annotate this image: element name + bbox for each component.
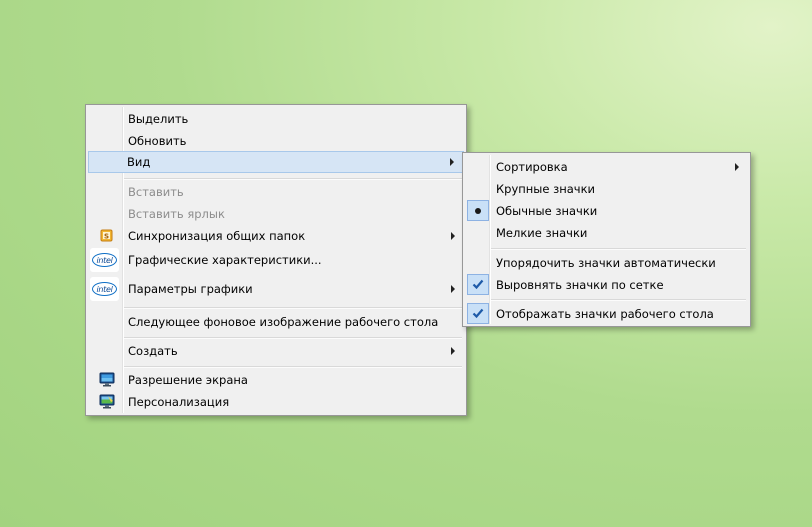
submenu-item-medium-icons[interactable]: Обычные значки: [465, 200, 748, 222]
intel-logo-mark: intel: [92, 282, 117, 296]
menu-separator: [124, 337, 462, 339]
menu-item-graphics-options[interactable]: intel Параметры графики: [88, 276, 464, 302]
sync-folders-icon: S: [100, 229, 113, 242]
submenu-item-align-to-grid[interactable]: Выровнять значки по сетке: [465, 274, 748, 296]
menu-item-paste-shortcut[interactable]: Вставить ярлык: [88, 203, 464, 225]
menu-item-label: Вставить: [128, 185, 184, 199]
menu-separator: [491, 299, 746, 301]
view-submenu: Сортировка Крупные значки Обычные значки…: [462, 152, 751, 327]
screen-resolution-icon: [99, 372, 115, 387]
menu-item-paste[interactable]: Вставить: [88, 181, 464, 203]
svg-text:S: S: [104, 232, 109, 240]
menu-item-personalization[interactable]: Персонализация: [88, 391, 464, 413]
menu-separator: [124, 366, 462, 368]
menu-item-next-background[interactable]: Следующее фоновое изображение рабочего с…: [88, 311, 464, 333]
submenu-item-small-icons[interactable]: Мелкие значки: [465, 222, 748, 244]
submenu-item-show-desktop-icons[interactable]: Отображать значки рабочего стола: [465, 303, 748, 325]
menu-item-label: Отображать значки рабочего стола: [496, 307, 714, 321]
submenu-arrow-icon: [450, 158, 454, 166]
menu-item-label: Параметры графики: [128, 282, 253, 296]
intel-logo-icon: intel: [90, 248, 119, 272]
submenu-arrow-icon: [451, 285, 455, 293]
menu-item-label: Разрешение экрана: [128, 373, 248, 387]
menu-item-label: Вставить ярлык: [128, 207, 225, 221]
intel-logo-mark: intel: [92, 253, 117, 267]
menu-item-sync-shared-folders[interactable]: S Синхронизация общих папок: [88, 225, 464, 247]
menu-item-label: Выровнять значки по сетке: [496, 278, 664, 292]
submenu-item-auto-arrange[interactable]: Упорядочить значки автоматически: [465, 252, 748, 274]
menu-separator: [124, 307, 462, 309]
menu-item-label: Следующее фоновое изображение рабочего с…: [128, 315, 439, 329]
menu-item-label: Обновить: [128, 134, 187, 148]
menu-item-label: Обычные значки: [496, 204, 598, 218]
menu-item-label: Синхронизация общих папок: [128, 229, 306, 243]
menu-separator: [124, 178, 462, 180]
menu-item-new[interactable]: Создать: [88, 340, 464, 362]
submenu-arrow-icon: [735, 163, 739, 171]
checkmark-icon: [467, 303, 489, 324]
menu-item-view[interactable]: Вид: [88, 151, 464, 173]
menu-item-label: Создать: [128, 344, 178, 358]
menu-item-label: Крупные значки: [496, 182, 596, 196]
menu-item-screen-resolution[interactable]: Разрешение экрана: [88, 369, 464, 391]
menu-item-refresh[interactable]: Обновить: [88, 130, 464, 152]
menu-item-select[interactable]: Выделить: [88, 108, 464, 130]
checkmark-icon: [467, 274, 489, 295]
menu-item-label: Графические характеристики...: [128, 253, 322, 267]
submenu-arrow-icon: [451, 232, 455, 240]
desktop-context-menu: Выделить Обновить Вид Вставить Вставить …: [85, 104, 467, 416]
submenu-item-large-icons[interactable]: Крупные значки: [465, 178, 748, 200]
submenu-item-sort[interactable]: Сортировка: [465, 156, 748, 178]
menu-item-graphics-properties[interactable]: intel Графические характеристики...: [88, 247, 464, 273]
submenu-arrow-icon: [451, 347, 455, 355]
menu-separator: [491, 248, 746, 250]
menu-item-label: Выделить: [128, 112, 189, 126]
menu-item-label: Персонализация: [128, 395, 230, 409]
menu-item-label: Мелкие значки: [496, 226, 588, 240]
intel-logo-icon: intel: [90, 277, 119, 301]
desktop-background[interactable]: Выделить Обновить Вид Вставить Вставить …: [0, 0, 812, 527]
menu-item-label: Упорядочить значки автоматически: [496, 256, 716, 270]
menu-item-label: Вид: [127, 155, 151, 169]
personalization-icon: [99, 394, 115, 409]
menu-item-label: Сортировка: [496, 160, 568, 174]
radio-selected-icon: [467, 200, 489, 221]
